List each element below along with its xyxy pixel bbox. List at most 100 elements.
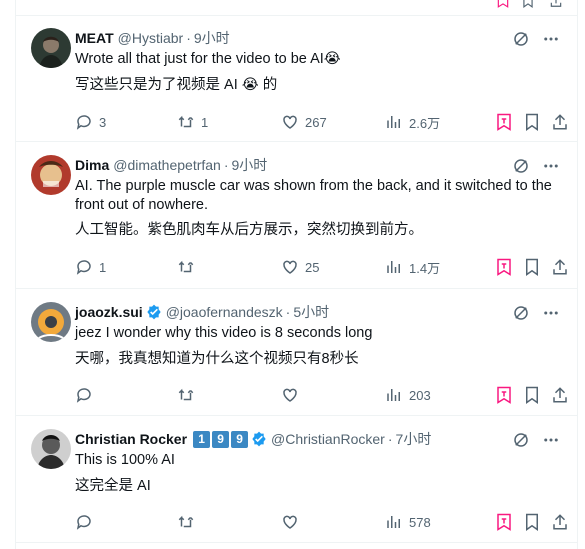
share-button[interactable] — [551, 112, 569, 132]
retweet-button[interactable] — [177, 385, 201, 405]
reply-button[interactable] — [75, 512, 99, 532]
views-button[interactable]: 2.6万 — [385, 112, 440, 132]
tweet-header: Dima @dimathepetrfan · 9小时 — [75, 155, 267, 175]
views-button[interactable]: 578 — [385, 512, 431, 532]
more-icon[interactable] — [542, 30, 560, 48]
tweet-text: jeez I wonder why this video is 8 second… — [75, 325, 373, 341]
grok-icon[interactable] — [512, 30, 530, 48]
digit-badge-1: 1 — [193, 430, 211, 448]
views-icon — [387, 389, 400, 401]
views-count: 1.4万 — [409, 260, 441, 276]
bookmark-button[interactable] — [523, 112, 541, 132]
heart-icon — [283, 260, 297, 274]
retweet-icon — [178, 515, 194, 528]
share-button[interactable] — [551, 385, 569, 405]
user-handle[interactable]: @Hystiabr — [118, 28, 184, 48]
avatar[interactable] — [31, 429, 71, 469]
digit-badges: 1 9 9 — [191, 430, 249, 448]
translate-button[interactable] — [495, 257, 513, 277]
user-handle[interactable]: @ChristianRocker — [271, 429, 385, 449]
retweet-button[interactable] — [177, 512, 201, 532]
reply-icon — [76, 115, 91, 130]
tweet-translation: 写这些只是为了视频是 AI 😭 的 — [75, 77, 278, 93]
avatar[interactable] — [31, 302, 71, 342]
more-icon[interactable] — [542, 157, 560, 175]
reply-count: 3 — [99, 114, 107, 130]
digit-badge-9: 9 — [231, 430, 249, 448]
tweet-translation: 人工智能。紫色肌肉车从后方展示，突然切换到前方。 — [75, 222, 423, 238]
user-name[interactable]: Christian Rocker — [75, 429, 187, 449]
bookmark-button[interactable] — [523, 385, 541, 405]
reply-button[interactable] — [75, 385, 99, 405]
grok-icon[interactable] — [512, 304, 530, 322]
bookmark-icon[interactable] — [520, 0, 536, 8]
translate-button[interactable] — [495, 385, 513, 405]
tweet-time[interactable]: 5小时 — [293, 302, 329, 322]
tweet-time[interactable]: 9小时 — [232, 155, 268, 175]
digit-badge-9: 9 — [212, 430, 230, 448]
translate-button[interactable] — [495, 512, 513, 532]
bookmark-button[interactable] — [523, 512, 541, 532]
separator-dot: · — [223, 157, 229, 173]
user-name[interactable]: joaozk.sui — [75, 302, 143, 322]
tweet[interactable]: Christian Rocker 1 9 9 @ChristianRocker … — [15, 417, 578, 543]
user-name[interactable]: Dima — [75, 155, 109, 175]
tweet[interactable]: MEAT @Hystiabr · 9小时 Wrote all that just… — [15, 16, 578, 142]
avatar[interactable] — [31, 155, 71, 195]
user-handle[interactable]: @dimathepetrfan — [113, 155, 221, 175]
tweet[interactable]: joaozk.sui @joaofernandeszk · 5小时 jeez I… — [15, 290, 578, 416]
bookmark-icon — [526, 513, 538, 531]
tweet-actions: 3 1 267 2.6万 — [75, 112, 567, 132]
views-icon — [387, 516, 400, 528]
grok-icon[interactable] — [512, 157, 530, 175]
retweet-button[interactable]: 1 — [177, 112, 208, 132]
tweet-time[interactable]: 9小时 — [194, 28, 230, 48]
retweet-button[interactable] — [177, 257, 201, 277]
views-button[interactable]: 203 — [385, 385, 431, 405]
verified-badge-icon — [147, 304, 161, 320]
tweet-actions: 578 — [75, 512, 567, 532]
heart-icon — [283, 515, 297, 529]
tweet-header: MEAT @Hystiabr · 9小时 — [75, 28, 230, 48]
bookmark-icon — [526, 113, 538, 131]
share-icon — [553, 114, 567, 130]
user-name[interactable]: MEAT — [75, 28, 114, 48]
share-icon[interactable] — [548, 0, 564, 8]
tweet-translation: 天哪，我真想知道为什么这个视频只有8秒长 — [75, 351, 359, 367]
like-button[interactable] — [281, 385, 305, 405]
verified-badge-icon — [252, 431, 266, 447]
bookmark-icon — [526, 258, 538, 276]
translate-button[interactable] — [495, 112, 513, 132]
more-icon[interactable] — [542, 304, 560, 322]
avatar[interactable] — [31, 28, 71, 68]
retweet-count: 1 — [201, 114, 209, 130]
tweet[interactable]: Dima @dimathepetrfan · 9小时 AI. The purpl… — [15, 143, 578, 289]
user-handle[interactable]: @joaofernandeszk — [166, 302, 283, 322]
more-icon[interactable] — [542, 431, 560, 449]
like-button[interactable]: 267 — [281, 112, 327, 132]
retweet-icon — [178, 388, 194, 401]
share-icon — [553, 514, 567, 530]
tweet-text: Wrote all that just for the video to be … — [75, 51, 341, 67]
tweet-header: Christian Rocker 1 9 9 @ChristianRocker … — [75, 429, 431, 449]
tweet-time[interactable]: 7小时 — [396, 429, 432, 449]
share-button[interactable] — [551, 512, 569, 532]
tweet-text: AI. The purple muscle car was shown from… — [75, 178, 552, 213]
heart-icon — [283, 388, 297, 402]
like-button[interactable] — [281, 512, 305, 532]
reply-icon — [76, 515, 91, 530]
grok-icon[interactable] — [512, 431, 530, 449]
like-button[interactable]: 25 — [281, 257, 319, 277]
bookmark-icon — [526, 386, 538, 404]
translate-icon[interactable] — [495, 0, 511, 8]
reply-button[interactable]: 3 — [75, 112, 106, 132]
tweet-text: This is 100% AI — [75, 452, 175, 468]
share-icon — [553, 387, 567, 403]
share-button[interactable] — [551, 257, 569, 277]
bookmark-button[interactable] — [523, 257, 541, 277]
separator-dot: · — [186, 30, 191, 46]
translate-icon — [497, 386, 511, 404]
retweet-icon — [178, 260, 194, 273]
views-button[interactable]: 1.4万 — [385, 257, 440, 277]
reply-button[interactable]: 1 — [75, 257, 106, 277]
